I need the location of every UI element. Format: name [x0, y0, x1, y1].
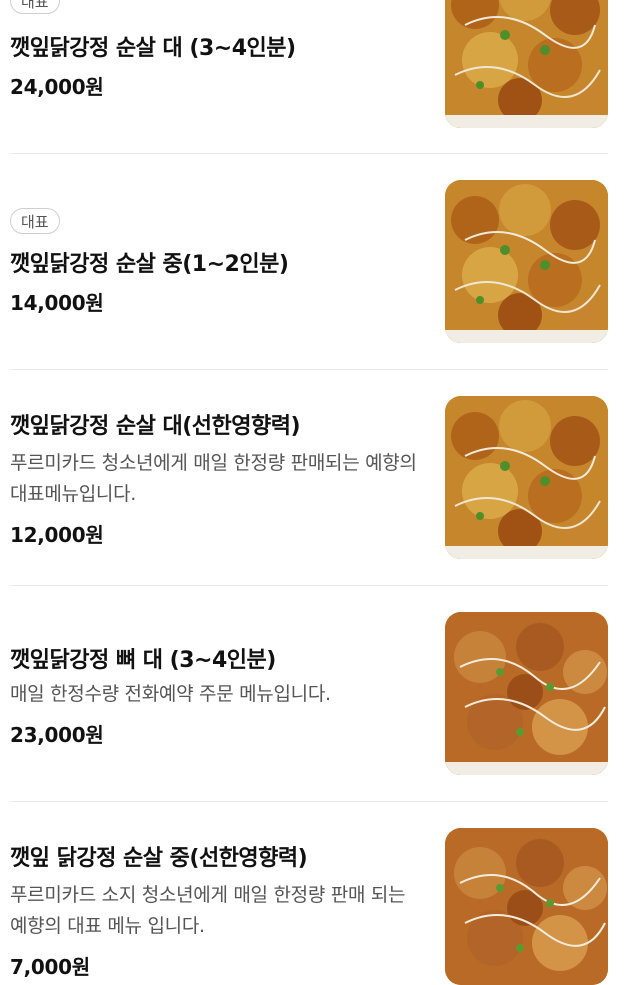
- item-divider: [10, 369, 608, 370]
- menu-item[interactable]: 대표 깻잎닭강정 순살 중(1~2인분) 14,000원: [10, 180, 608, 370]
- item-divider: [10, 153, 608, 154]
- menu-item-image: [445, 612, 608, 775]
- menu-item-image: [445, 0, 608, 128]
- item-divider: [10, 801, 608, 802]
- menu-item[interactable]: 깻잎닭강정 뼈 대 (3~4인분) 매일 한정수량 전화예약 주문 메뉴입니다.…: [10, 612, 608, 802]
- menu-item-price: 23,000원: [10, 723, 104, 747]
- menu-item-price: 14,000원: [10, 291, 104, 315]
- menu-item-description: 푸르미카드 소지 청소년에게 매일 한정량 판매 되는 예향의 대표 메뉴 입니…: [10, 884, 406, 937]
- menu-item[interactable]: 대표 깻잎닭강정 순살 대 (3~4인분) 24,000원: [10, 0, 608, 150]
- menu-item-description: 푸르미카드 청소년에게 매일 한정량 판매되는 예향의 대표메뉴입니다.: [10, 452, 417, 505]
- menu-item-name: 깻잎닭강정 순살 중(1~2인분): [10, 252, 289, 277]
- menu-item-price: 12,000원: [10, 523, 104, 547]
- menu-item-name: 깻잎닭강정 순살 대 (3~4인분): [10, 36, 296, 61]
- menu-item-name: 깻잎닭강정 순살 대(선한영향력): [10, 414, 301, 439]
- menu-item-price: 24,000원: [10, 75, 104, 99]
- menu-item-name: 깻잎닭강정 뼈 대 (3~4인분): [10, 648, 276, 673]
- item-divider: [10, 585, 608, 586]
- menu-item-image: [445, 396, 608, 559]
- menu-item-price: 7,000원: [10, 955, 90, 979]
- menu-item[interactable]: 깻잎닭강정 순살 대(선한영향력) 푸르미카드 청소년에게 매일 한정량 판매되…: [10, 396, 608, 586]
- representative-badge: 대표: [10, 0, 60, 14]
- menu-item-description: 매일 한정수량 전화예약 주문 메뉴입니다.: [10, 683, 331, 705]
- menu-item-image: [445, 828, 608, 985]
- menu-item-name: 깻잎 닭강정 순살 중(선한영향력): [10, 846, 308, 871]
- representative-badge: 대표: [10, 208, 60, 234]
- menu-item-image: [445, 180, 608, 343]
- menu-item[interactable]: 깻잎 닭강정 순살 중(선한영향력) 푸르미카드 소지 청소년에게 매일 한정량…: [10, 828, 608, 985]
